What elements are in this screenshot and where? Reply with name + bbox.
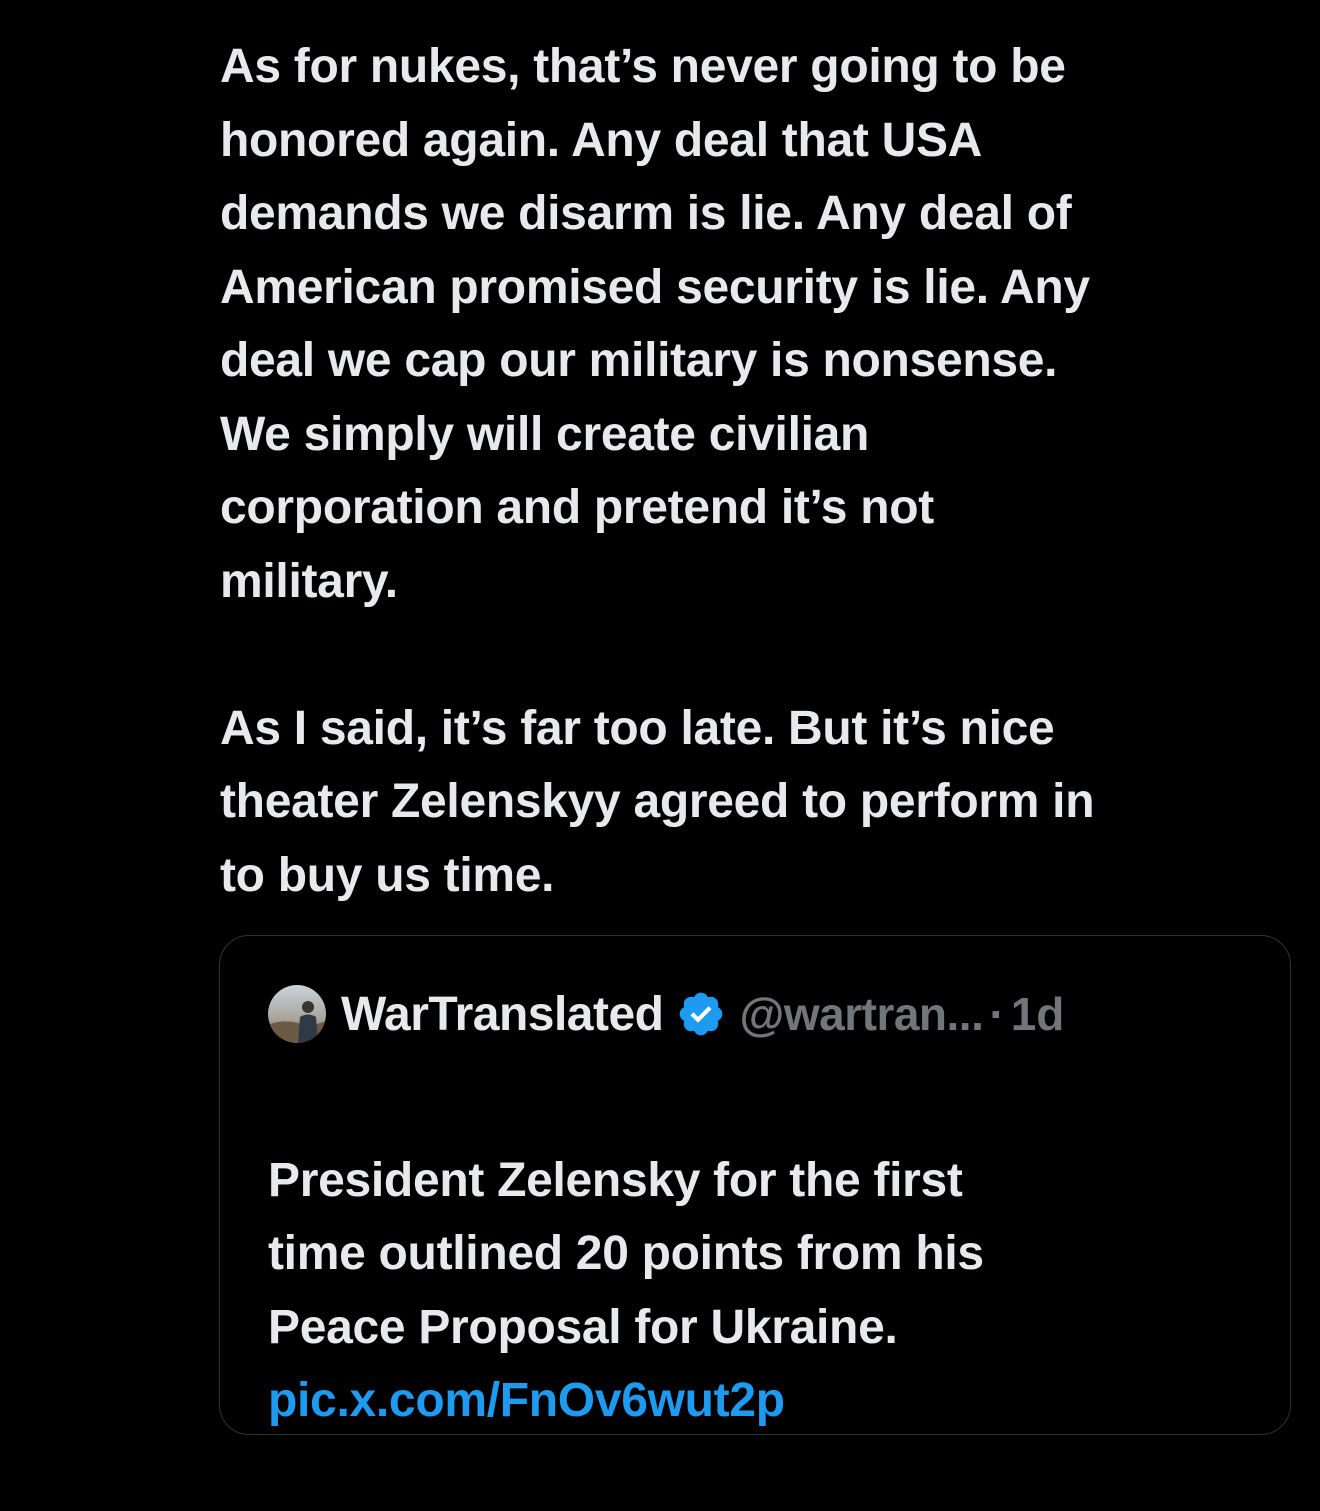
tweet-text: As for nukes, that’s never going to be h… [220,30,1305,912]
separator-dot: · [989,988,1005,1040]
quoted-handle[interactable]: @wartran... [740,987,984,1041]
media-link[interactable]: pic.x.com/FnOv6wut2p [268,1364,1258,1438]
quoted-display-name[interactable]: WarTranslated [341,987,664,1042]
verified-badge-icon [676,989,726,1039]
tweet-paragraph: As for nukes, that’s never going to be h… [220,40,1090,608]
tweet-paragraph: As I said, it’s far too late. But it’s n… [220,701,1095,902]
quoted-tweet-text: President Zelensky for the first time ou… [268,1070,1258,1511]
quoted-tweet-card[interactable]: WarTranslated @wartran... · 1d President… [219,935,1291,1435]
quoted-tweet-header: WarTranslated @wartran... · 1d [268,984,1064,1044]
quoted-timestamp[interactable]: 1d [1011,987,1065,1041]
quoted-tweet-body: President Zelensky for the first time ou… [268,1153,984,1354]
avatar[interactable] [268,985,326,1043]
